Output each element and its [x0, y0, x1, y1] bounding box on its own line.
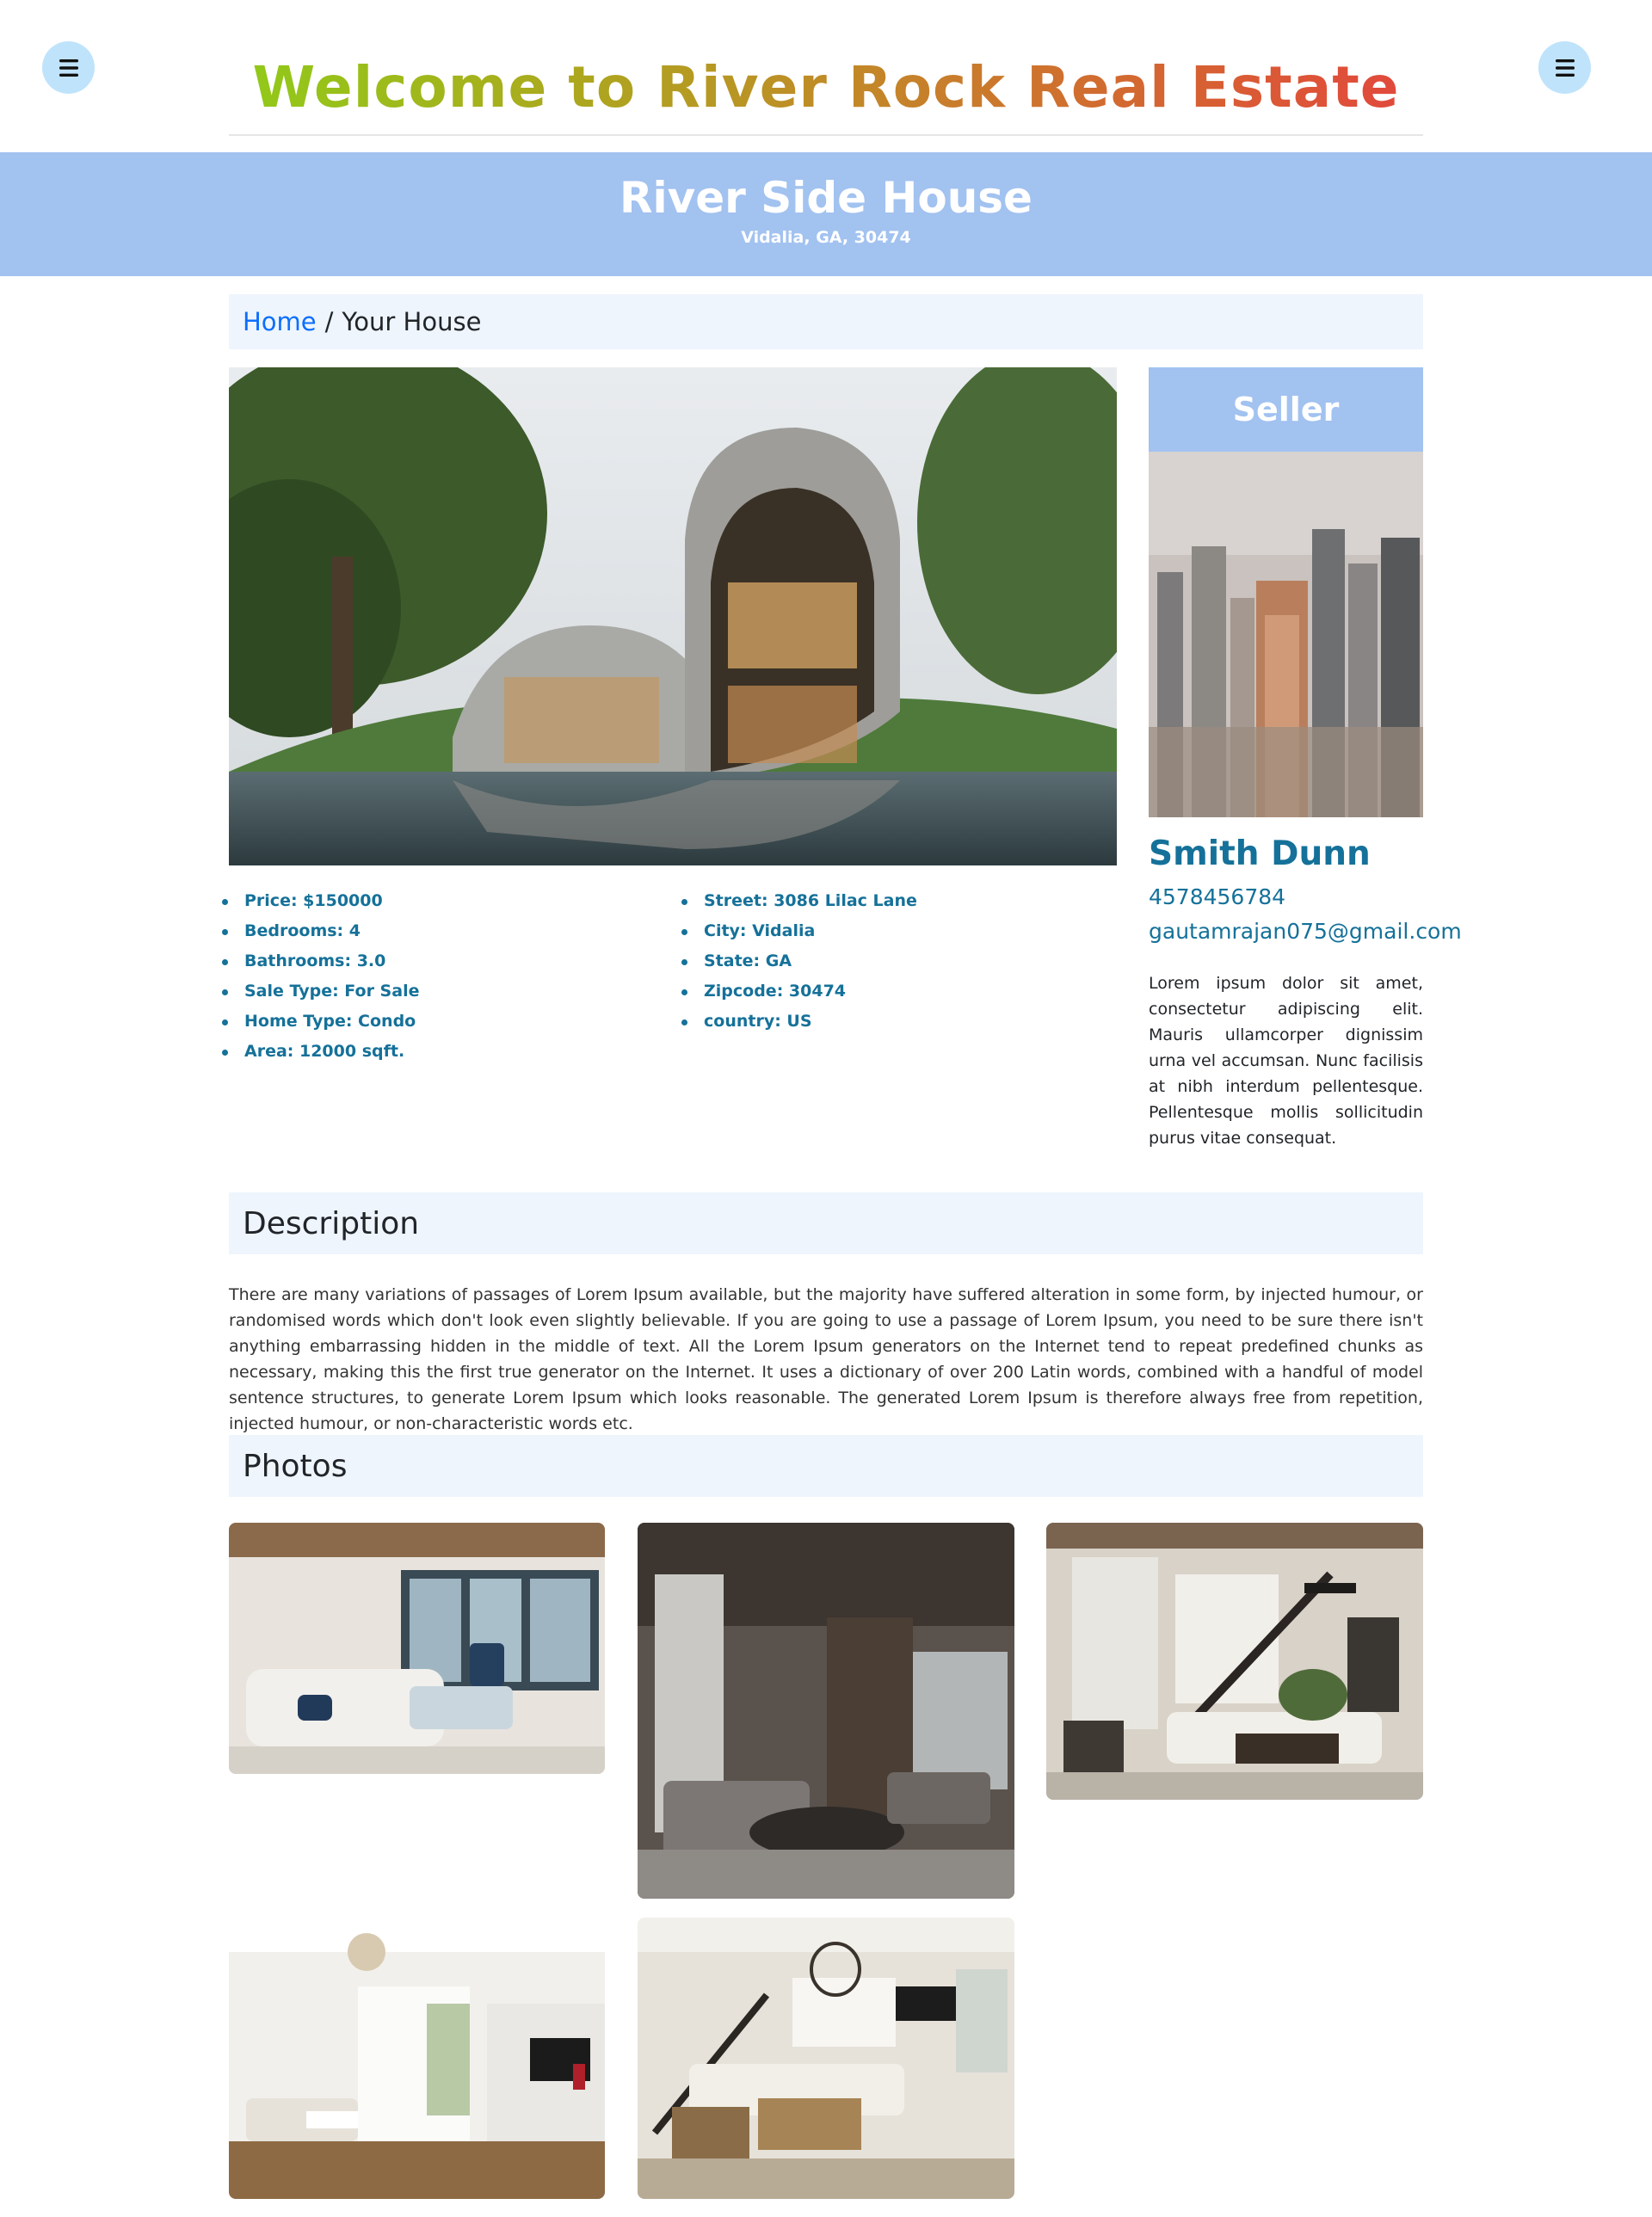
property-facts-right: Street: 3086 Lilac Lane City: Vidalia St…: [681, 886, 917, 1037]
list-item: City: Vidalia: [681, 916, 917, 946]
gallery-photo-1[interactable]: [229, 1523, 605, 1774]
photos-heading-label: Photos: [243, 1448, 348, 1484]
list-item: Bedrooms: 4: [222, 916, 419, 946]
list-item: Street: 3086 Lilac Lane: [681, 886, 917, 916]
list-item: Sale Type: For Sale: [222, 976, 419, 1007]
seller-bio: Lorem ipsum dolor sit amet, consectetur …: [1149, 974, 1423, 1148]
seller-phone: 4578456784: [1149, 884, 1286, 909]
list-item: Zipcode: 30474: [681, 976, 917, 1007]
list-item: Bathrooms: 3.0: [222, 946, 419, 976]
list-item: Home Type: Condo: [222, 1007, 419, 1037]
description-text: There are many variations of passages of…: [229, 1285, 1423, 1433]
breadcrumb: Home / Your House: [229, 294, 1423, 349]
breadcrumb-current: Your House: [342, 307, 482, 336]
photos-heading: Photos: [229, 1435, 1423, 1497]
seller-name: Smith Dunn: [1149, 834, 1371, 873]
property-title: River Side House: [620, 173, 1032, 223]
seller-photo: [1149, 452, 1423, 817]
list-item: State: GA: [681, 946, 917, 976]
property-location: Vidalia, GA, 30474: [741, 228, 911, 247]
property-facts-left: Price: $150000 Bedrooms: 4 Bathrooms: 3.…: [222, 886, 419, 1067]
gallery-photo-5[interactable]: [638, 1918, 1014, 2199]
title-divider: [229, 134, 1423, 136]
property-hero-banner: River Side House Vidalia, GA, 30474: [0, 152, 1652, 276]
description-heading-label: Description: [243, 1205, 420, 1241]
list-item: Area: 12000 sqft.: [222, 1037, 419, 1067]
description-heading: Description: [229, 1192, 1423, 1254]
gallery-photo-2[interactable]: [638, 1523, 1014, 1899]
site-title: Welcome to River Rock Real Estate: [0, 53, 1652, 122]
breadcrumb-home-link[interactable]: Home: [243, 307, 317, 336]
list-item: country: US: [681, 1007, 917, 1037]
gallery-photo-4[interactable]: [229, 1918, 605, 2199]
seller-heading: Seller: [1149, 367, 1423, 452]
breadcrumb-separator: /: [324, 307, 334, 336]
main-property-photo: [229, 367, 1117, 865]
gallery-photo-3[interactable]: [1046, 1523, 1423, 1800]
list-item: Price: $150000: [222, 886, 419, 916]
seller-email: gautamrajan075@gmail.com: [1149, 919, 1462, 944]
